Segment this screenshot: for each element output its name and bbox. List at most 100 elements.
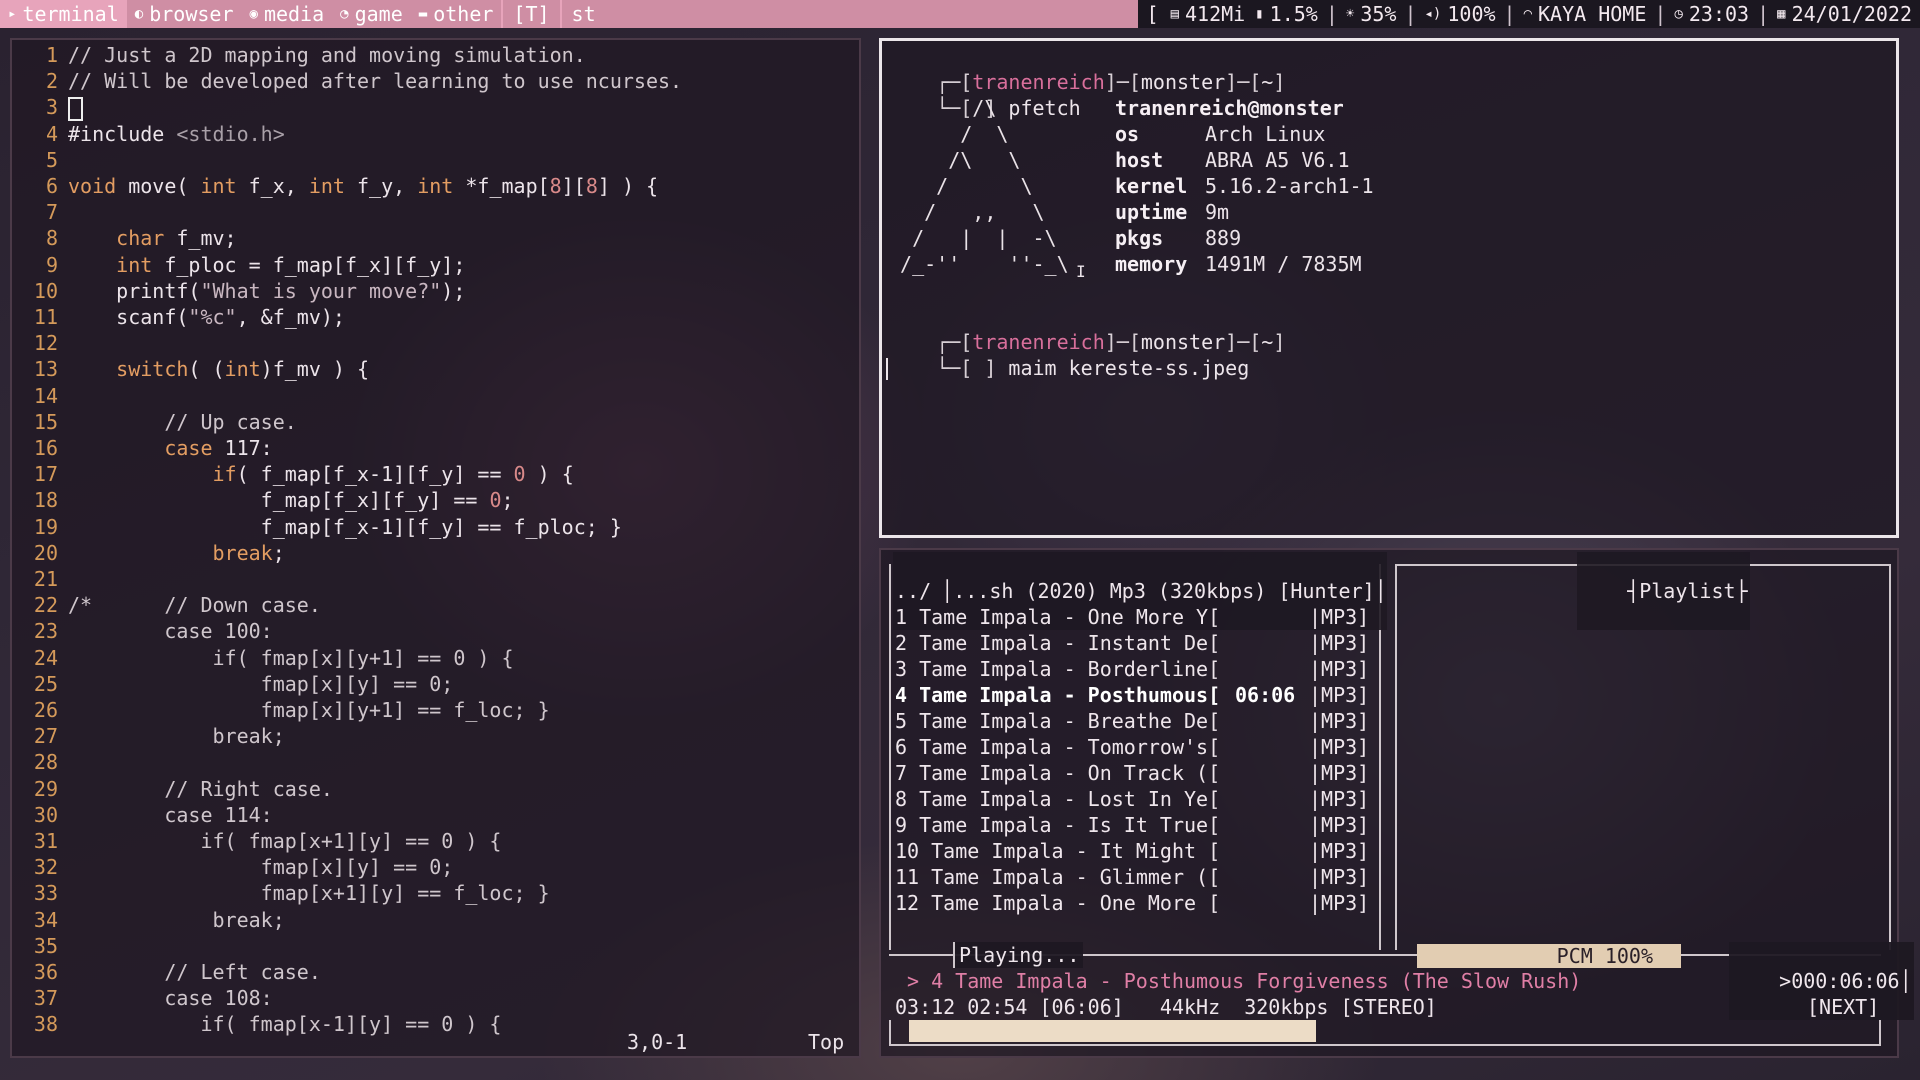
code-line[interactable]: fmap[x+1][y] == f_loc; } — [68, 880, 550, 906]
clock-time: 23:03 — [1688, 2, 1750, 26]
workspace-browser[interactable]: ◐ browser — [127, 0, 242, 28]
track-row[interactable]: 6 Tame Impala - Tomorrow's[ — [895, 734, 1220, 760]
track-row[interactable]: 9 Tame Impala - Is It True[ — [895, 812, 1220, 838]
code-line[interactable]: if( fmap[x+1][y] == 0 ) { — [68, 828, 501, 854]
code-line[interactable]: char f_mv; — [68, 225, 236, 251]
workspace-media[interactable]: ◉ media — [242, 0, 333, 28]
parent-dir[interactable]: ../ — [895, 578, 931, 604]
code-line[interactable]: break; — [68, 540, 285, 566]
code-line[interactable]: break; — [68, 907, 284, 933]
workspace-list: ▸ terminal ◐ browser ◉ media ◔ game ▬ other — [0, 0, 501, 28]
line-number: 14 — [33, 383, 58, 408]
track-row[interactable]: 5 Tame Impala - Breathe De[ — [895, 708, 1220, 734]
track-name: 7 Tame Impala - On Track ([ — [895, 761, 1221, 785]
command-text: maim kereste-ss.jpeg — [1008, 356, 1250, 380]
code-line[interactable]: if( f_map[f_x-1][f_y] == 0 ) { — [68, 461, 574, 487]
status-area: [ ▤ 412Mi ▮ 1.5% | ☀ 35% | ◂) 100% | ◠ K… — [1138, 0, 1920, 28]
track-name: 5 Tame Impala - Breathe De[ — [895, 709, 1221, 733]
track-row[interactable]: 7 Tame Impala - On Track ([ — [895, 760, 1220, 786]
layout-indicator[interactable]: [T] — [501, 0, 559, 28]
code-line[interactable]: // Just a 2D mapping and moving simulati… — [68, 42, 586, 68]
track-format: |MP3] — [1309, 657, 1370, 681]
code-line[interactable]: int f_ploc = f_map[f_x][f_y]; — [68, 252, 465, 278]
line-number: 36 — [33, 960, 58, 984]
line-number: 19 — [33, 514, 58, 539]
line-number: 29 — [33, 776, 58, 801]
browser-title-text: ...sh (2020) Mp3 (320kbps) [Hunter] — [953, 579, 1375, 603]
volume-pcm-bar[interactable]: PCM 100% — [1417, 944, 1681, 968]
track-name: 8 Tame Impala - Lost In Ye[ — [895, 787, 1221, 811]
frame-glyph: ┤ — [1627, 579, 1640, 603]
terminal-pane[interactable]: ┌─[tranenreich]─[monster]─[~] └─[ ] pfet… — [879, 38, 1899, 538]
code-line[interactable]: // Left case. — [68, 959, 321, 985]
pcm-label: PCM 100% — [1556, 944, 1653, 968]
playlist-title: ┤Playlist├ — [1577, 552, 1750, 630]
browser-icon: ◐ — [134, 6, 144, 22]
track-format: |MP3] — [1309, 631, 1370, 655]
command-line: └─[ ] maim kereste-ss.jpeg — [888, 329, 1249, 407]
prompt-host: monster — [1140, 70, 1226, 94]
track-row[interactable]: 10 Tame Impala - It Might [ — [895, 838, 1220, 864]
line-number: 16 — [33, 436, 58, 460]
vim-editor-pane[interactable]: 1 // Just a 2D mapping and moving simulat… — [10, 38, 861, 1058]
command-text: pfetch — [1008, 96, 1081, 120]
code-line[interactable]: #include <stdio.h> — [68, 121, 285, 147]
progress-frame — [889, 1020, 1881, 1046]
separator: | — [1654, 2, 1667, 26]
workspace-label: other — [433, 2, 494, 26]
workspace-terminal[interactable]: ▸ terminal — [0, 0, 127, 28]
line-number: 23 — [33, 619, 58, 644]
code-line[interactable]: case 114: — [68, 802, 272, 828]
separator: | — [1325, 2, 1338, 26]
track-name: 3 Tame Impala - Borderline[ — [895, 657, 1221, 681]
separator: | — [1404, 2, 1417, 26]
track-row[interactable]: 11 Tame Impala - Glimmer ([ — [895, 864, 1220, 890]
code-line[interactable]: switch( (int)f_mv ) { — [68, 356, 369, 382]
fetch-key: kernel — [1115, 174, 1188, 198]
code-line[interactable]: void move( int f_x, int f_y, int *f_map[… — [68, 173, 658, 199]
fetch-value: 1491M / 7835M — [1205, 252, 1362, 276]
code-line[interactable]: printf("What is your move?"); — [68, 278, 465, 304]
track-row[interactable]: 12 Tame Impala - One More [ — [895, 890, 1220, 916]
workspace-game[interactable]: ◔ game — [332, 0, 411, 28]
code-line[interactable]: case 100: — [68, 618, 272, 644]
code-line[interactable]: break; — [68, 723, 284, 749]
volume-level: 100% — [1447, 2, 1496, 26]
line-number: 30 — [33, 802, 58, 827]
code-line[interactable]: case 117: — [68, 435, 272, 461]
code-line[interactable]: /* // Down case. — [68, 592, 321, 618]
code-line[interactable]: f_map[f_x][f_y] == 0; — [68, 487, 514, 513]
track-row[interactable]: 4 Tame Impala - Posthumous[ — [895, 682, 1220, 708]
track-row[interactable]: 8 Tame Impala - Lost In Ye[ — [895, 786, 1220, 812]
code-line[interactable]: fmap[x][y] == 0; — [68, 671, 454, 697]
code-line[interactable]: scanf("%c", &f_mv); — [68, 304, 345, 330]
line-number: 7 — [45, 200, 58, 225]
code-line[interactable]: f_map[f_x-1][f_y] == f_ploc; } — [68, 514, 622, 540]
ascii-art-line: /_-'' ''-_\ — [888, 252, 1069, 276]
code-line[interactable]: fmap[x][y] == 0; — [68, 854, 454, 880]
line-number: 12 — [33, 331, 58, 356]
workspace-other[interactable]: ▬ other — [411, 0, 502, 28]
code-line[interactable]: // Up case. — [68, 409, 296, 435]
code-line[interactable]: // Right case. — [68, 776, 333, 802]
code-line[interactable]: // Will be developed after learning to u… — [68, 68, 682, 94]
code-line[interactable]: fmap[x][y+1] == f_loc; } — [68, 697, 550, 723]
line-number: 2 — [45, 69, 58, 94]
code-line[interactable]: if( fmap[x][y+1] == 0 ) { — [68, 645, 513, 671]
next-button[interactable]: [NEXT] — [1807, 994, 1879, 1020]
code-line[interactable]: case 108: — [68, 985, 272, 1011]
line-number: 21 — [33, 567, 58, 591]
code-line[interactable]: if( fmap[x-1][y] == 0 ) { — [68, 1011, 501, 1037]
music-player-pane[interactable]: │...sh (2020) Mp3 (320kbps) [Hunter]│ ..… — [879, 548, 1914, 1058]
track-format: |MP3] — [1309, 709, 1370, 733]
track-row[interactable]: 3 Tame Impala - Borderline[ — [895, 656, 1220, 682]
track-time: 06:06 — [1235, 683, 1296, 707]
line-number: 4 — [45, 121, 58, 146]
prompt-frame: ] — [1273, 330, 1286, 354]
separator: | — [1503, 2, 1516, 26]
track-format: |MP3] — [1309, 891, 1370, 915]
track-row[interactable]: 2 Tame Impala - Instant De[ — [895, 630, 1220, 656]
track-row[interactable]: 1 Tame Impala - One More Y[ — [895, 604, 1220, 630]
code-line[interactable] — [68, 94, 83, 121]
ascii-art-line: /\ \ — [888, 148, 1021, 172]
